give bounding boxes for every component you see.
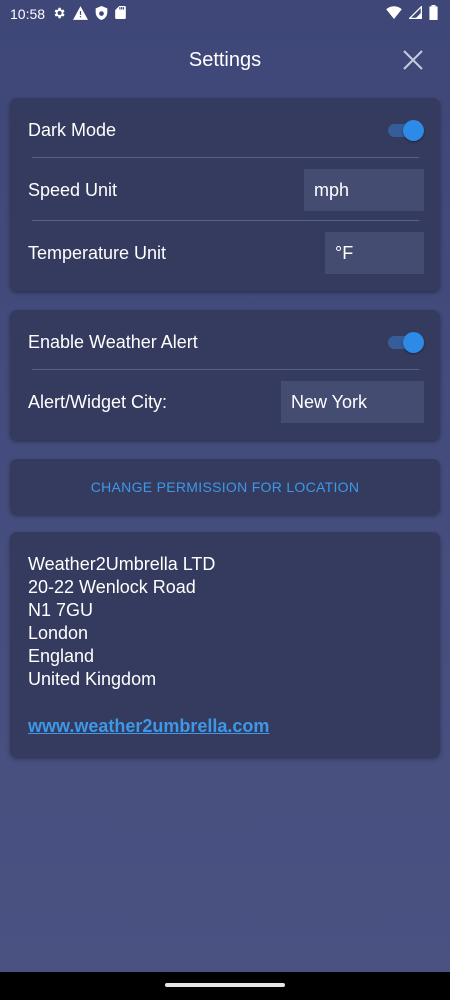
status-time: 10:58	[10, 6, 46, 22]
close-icon	[403, 50, 423, 70]
toggle-thumb	[403, 332, 424, 353]
status-left: 10:58	[10, 5, 126, 23]
website-link[interactable]: www.weather2umbrella.com	[28, 716, 269, 737]
enable-alert-row: Enable Weather Alert	[10, 320, 440, 364]
display-settings-card: Dark Mode Speed Unit mph Temperature Uni…	[10, 98, 440, 291]
city-row: Alert/Widget City: New York	[10, 380, 440, 424]
address-line: 20-22 Wenlock Road	[28, 577, 196, 597]
page-title: Settings	[188, 48, 262, 71]
speed-unit-label: Speed Unit	[28, 179, 118, 200]
temperature-unit-label: Temperature Unit	[28, 242, 167, 263]
city-select[interactable]: New York	[281, 381, 424, 423]
city-label: Alert/Widget City:	[28, 391, 168, 412]
gear-icon	[52, 6, 66, 23]
company-address: Weather2Umbrella LTD 20-22 Wenlock Road …	[28, 553, 215, 691]
warning-icon	[73, 5, 89, 23]
speed-unit-select[interactable]: mph	[304, 169, 424, 211]
shield-icon	[95, 5, 108, 23]
alert-settings-card: Enable Weather Alert Alert/Widget City: …	[10, 310, 440, 440]
dark-mode-row: Dark Mode	[10, 108, 440, 152]
enable-alert-toggle[interactable]	[386, 331, 424, 353]
battery-icon	[429, 5, 438, 23]
close-button[interactable]	[400, 47, 426, 73]
address-line: N1 7GU	[28, 600, 94, 620]
speed-unit-row: Speed Unit mph	[10, 168, 440, 212]
home-gesture-handle[interactable]	[165, 983, 285, 987]
header: Settings	[0, 36, 450, 84]
enable-alert-label: Enable Weather Alert	[28, 331, 198, 352]
temperature-unit-row: Temperature Unit °F	[10, 231, 440, 275]
temperature-unit-select[interactable]: °F	[325, 232, 424, 274]
navigation-bar	[0, 972, 450, 1000]
change-location-permission-button[interactable]: CHANGE PERMISSION FOR LOCATION	[10, 459, 440, 514]
sd-card-icon	[115, 6, 126, 22]
dark-mode-label: Dark Mode	[28, 119, 117, 140]
company-info-card: Weather2Umbrella LTD 20-22 Wenlock Road …	[10, 532, 440, 757]
signal-icon	[408, 5, 422, 22]
status-right	[386, 5, 438, 23]
address-line: United Kingdom	[28, 669, 157, 689]
dark-mode-toggle[interactable]	[386, 119, 424, 141]
address-line: Weather2Umbrella LTD	[28, 554, 216, 574]
address-line: England	[28, 646, 95, 666]
divider	[32, 220, 419, 221]
toggle-thumb	[403, 120, 424, 141]
divider	[32, 369, 419, 370]
wifi-icon	[386, 6, 402, 22]
location-permission-card: CHANGE PERMISSION FOR LOCATION	[10, 459, 440, 514]
divider	[32, 157, 419, 158]
address-line: London	[28, 623, 89, 643]
status-bar: 10:58	[0, 0, 450, 28]
